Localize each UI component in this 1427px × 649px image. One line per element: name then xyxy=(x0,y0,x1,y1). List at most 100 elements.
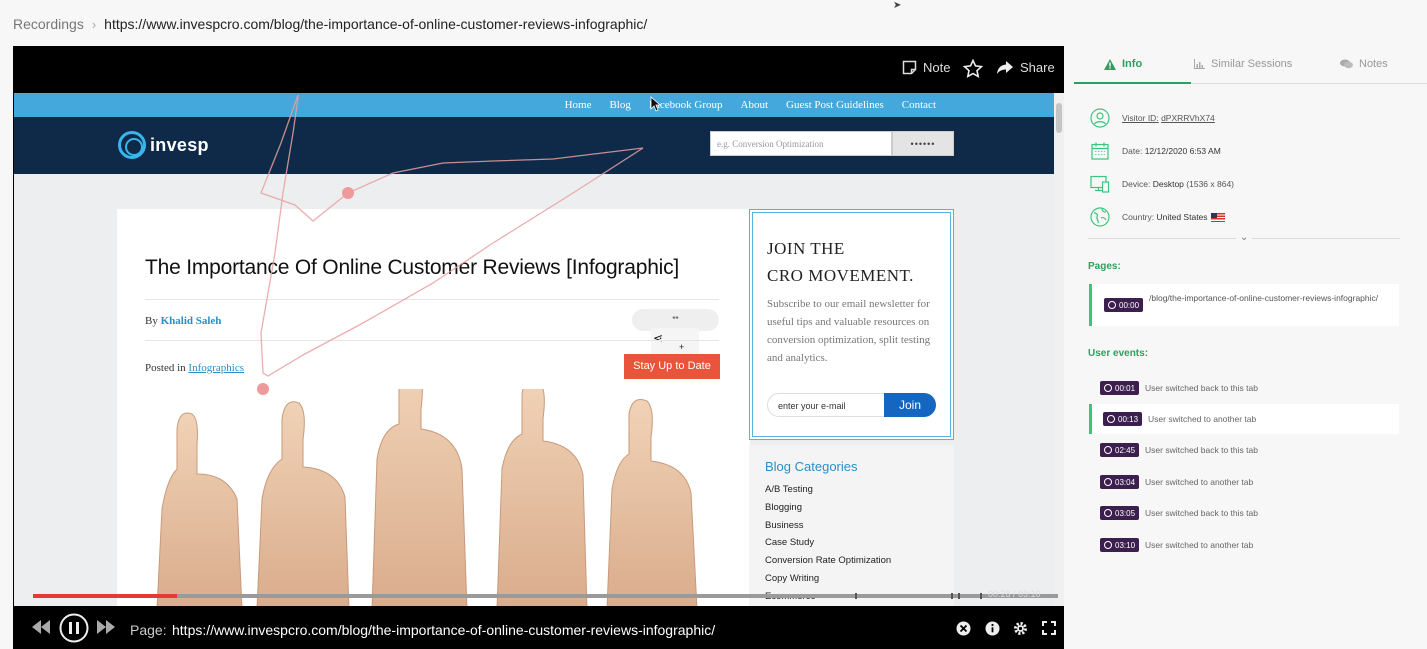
article-card: The Importance Of Online Customer Review… xyxy=(117,209,750,606)
event-time: 00:01 xyxy=(1115,383,1136,393)
user-event-item[interactable]: 03:05 User switched back to this tab xyxy=(1089,498,1399,528)
time-badge: 00:00 xyxy=(1104,298,1144,312)
user-event-item[interactable]: 02:45 User switched back to this tab xyxy=(1089,435,1399,465)
newsletter-join-button[interactable]: Join xyxy=(884,393,936,417)
gear-icon xyxy=(1014,622,1027,635)
article-title: The Importance Of Online Customer Review… xyxy=(145,256,680,279)
event-text: User switched back to this tab xyxy=(1145,383,1258,393)
stay-up-to-date-button[interactable]: Stay Up to Date xyxy=(624,354,720,379)
visitor-id-link[interactable]: dPXRRVhX74 xyxy=(1161,113,1215,123)
timeline-event-marker[interactable] xyxy=(951,593,953,599)
rewind-button[interactable] xyxy=(31,620,51,639)
recorded-webpage: Home Blog Facebook Group About Guest Pos… xyxy=(14,93,1054,606)
event-time: 03:05 xyxy=(1115,508,1136,518)
current-page-url: https://www.invespcro.com/blog/the-impor… xyxy=(172,622,716,638)
category-item[interactable]: Copy Writing xyxy=(765,570,891,588)
country-row: Country: United States xyxy=(1090,207,1225,227)
active-tab-indicator xyxy=(1074,82,1191,84)
rewind-icon xyxy=(32,620,50,634)
timeline-event-marker[interactable] xyxy=(958,593,960,599)
site-logo-text: invesp xyxy=(150,134,209,155)
category-item[interactable]: Business xyxy=(765,517,891,535)
timeline-event-marker[interactable] xyxy=(980,593,982,599)
category-item[interactable]: Conversion Rate Optimization xyxy=(765,552,891,570)
info-button[interactable] xyxy=(985,621,1000,641)
site-nav-contact[interactable]: Contact xyxy=(902,99,936,111)
session-details-panel: Info Similar Sessions Notes Visitor ID: … xyxy=(1074,46,1427,649)
user-event-item[interactable]: 03:04 User switched to another tab xyxy=(1089,467,1399,497)
invesp-logo-icon xyxy=(118,131,146,159)
panel-tabs: Info Similar Sessions Notes xyxy=(1074,46,1427,84)
fast-forward-button[interactable] xyxy=(96,620,116,639)
note-button[interactable]: Note xyxy=(902,60,950,75)
site-nav-about[interactable]: About xyxy=(741,99,769,111)
tab-notes[interactable]: Notes xyxy=(1340,58,1388,70)
device-label: Device: xyxy=(1122,179,1151,189)
chevron-down-icon[interactable]: ⌄ xyxy=(1236,232,1253,243)
site-nav-facebook-group[interactable]: Facebook Group xyxy=(649,99,723,111)
info-icon xyxy=(985,621,1000,636)
calendar-icon xyxy=(1091,142,1109,160)
author-link[interactable]: Khalid Saleh xyxy=(161,315,222,327)
site-scrollbar[interactable] xyxy=(1054,93,1064,606)
newsletter-email-input[interactable]: enter your e-mail xyxy=(767,393,887,417)
favorite-button[interactable] xyxy=(963,59,983,78)
tab-notes-label: Notes xyxy=(1359,58,1388,70)
country-value: United States xyxy=(1156,211,1208,222)
timeline-track[interactable] xyxy=(33,594,1058,598)
clock-icon xyxy=(1104,541,1112,549)
site-search-button[interactable]: •••••• xyxy=(892,131,954,156)
tab-info[interactable]: Info xyxy=(1104,58,1142,70)
event-time: 03:10 xyxy=(1115,540,1136,550)
globe-icon xyxy=(1090,207,1110,227)
events-section-title: User events: xyxy=(1088,348,1149,359)
share-arrow-icon xyxy=(997,61,1013,74)
pause-button[interactable] xyxy=(59,613,89,648)
site-logo[interactable]: invesp xyxy=(118,131,209,159)
share-nodes-icon: ⋖ xyxy=(653,331,664,345)
category-link[interactable]: Infographics xyxy=(188,362,244,374)
bar-chart-icon xyxy=(1194,59,1205,69)
breadcrumb-recordings-link[interactable]: Recordings xyxy=(13,16,84,32)
page-visit-item[interactable]: 00:00 /blog/the-importance-of-online-cus… xyxy=(1089,284,1399,326)
country-label: Country: xyxy=(1122,211,1155,222)
site-search-input[interactable]: e.g. Conversion Optimization xyxy=(710,131,892,156)
page-time: 00:00 xyxy=(1119,300,1140,310)
divider xyxy=(145,299,719,300)
time-badge: 02:45 xyxy=(1100,443,1140,457)
timeline-time: 00:28 / 03:10 xyxy=(988,589,1041,599)
page-label: Page: xyxy=(130,622,167,638)
site-nav-guest-post[interactable]: Guest Post Guidelines xyxy=(786,99,884,111)
newsletter-title: JOIN THE CRO MOVEMENT. xyxy=(767,235,914,289)
fullscreen-icon xyxy=(1042,621,1056,635)
breadcrumb-current-url: https://www.invespcro.com/blog/the-impor… xyxy=(104,16,648,32)
user-icon xyxy=(1090,108,1110,128)
settings-button[interactable] xyxy=(1013,621,1028,641)
user-event-item[interactable]: 00:01 User switched back to this tab xyxy=(1089,373,1399,403)
replay-timeline[interactable] xyxy=(33,593,1058,599)
user-event-item[interactable]: 03:10 User switched to another tab xyxy=(1089,530,1399,560)
replay-player: Note Share Home Blog Facebook Group Abou… xyxy=(13,46,1064,649)
share-button[interactable]: Share xyxy=(996,60,1055,75)
event-text: User switched to another tab xyxy=(1148,414,1257,424)
warning-icon xyxy=(1104,58,1116,70)
divider xyxy=(145,340,719,341)
session-replay-app: Recordings › https://www.invespcro.com/b… xyxy=(0,0,1427,649)
mouse-cursor-icon: ➤ xyxy=(893,0,902,11)
share-plus: + xyxy=(679,342,685,352)
scrollbar-thumb[interactable] xyxy=(1056,103,1062,133)
category-item[interactable]: Blogging xyxy=(765,499,891,517)
category-item[interactable]: Case Study xyxy=(765,534,891,552)
blog-categories: Blog Categories A/B Testing Blogging Bus… xyxy=(749,445,954,606)
device-resolution: (1536 x 864) xyxy=(1186,179,1235,189)
skip-inactivity-button[interactable] xyxy=(956,621,971,641)
category-item[interactable]: A/B Testing xyxy=(765,481,891,499)
tab-similar-sessions[interactable]: Similar Sessions xyxy=(1194,58,1292,70)
timeline-event-marker[interactable] xyxy=(855,593,857,599)
user-event-item-active[interactable]: 00:13 User switched to another tab xyxy=(1089,404,1399,434)
fullscreen-button[interactable] xyxy=(1042,621,1056,640)
device-value: Desktop xyxy=(1152,179,1184,189)
share-label: Share xyxy=(1020,60,1055,75)
site-nav-home[interactable]: Home xyxy=(565,99,592,111)
site-nav-blog[interactable]: Blog xyxy=(609,99,630,111)
